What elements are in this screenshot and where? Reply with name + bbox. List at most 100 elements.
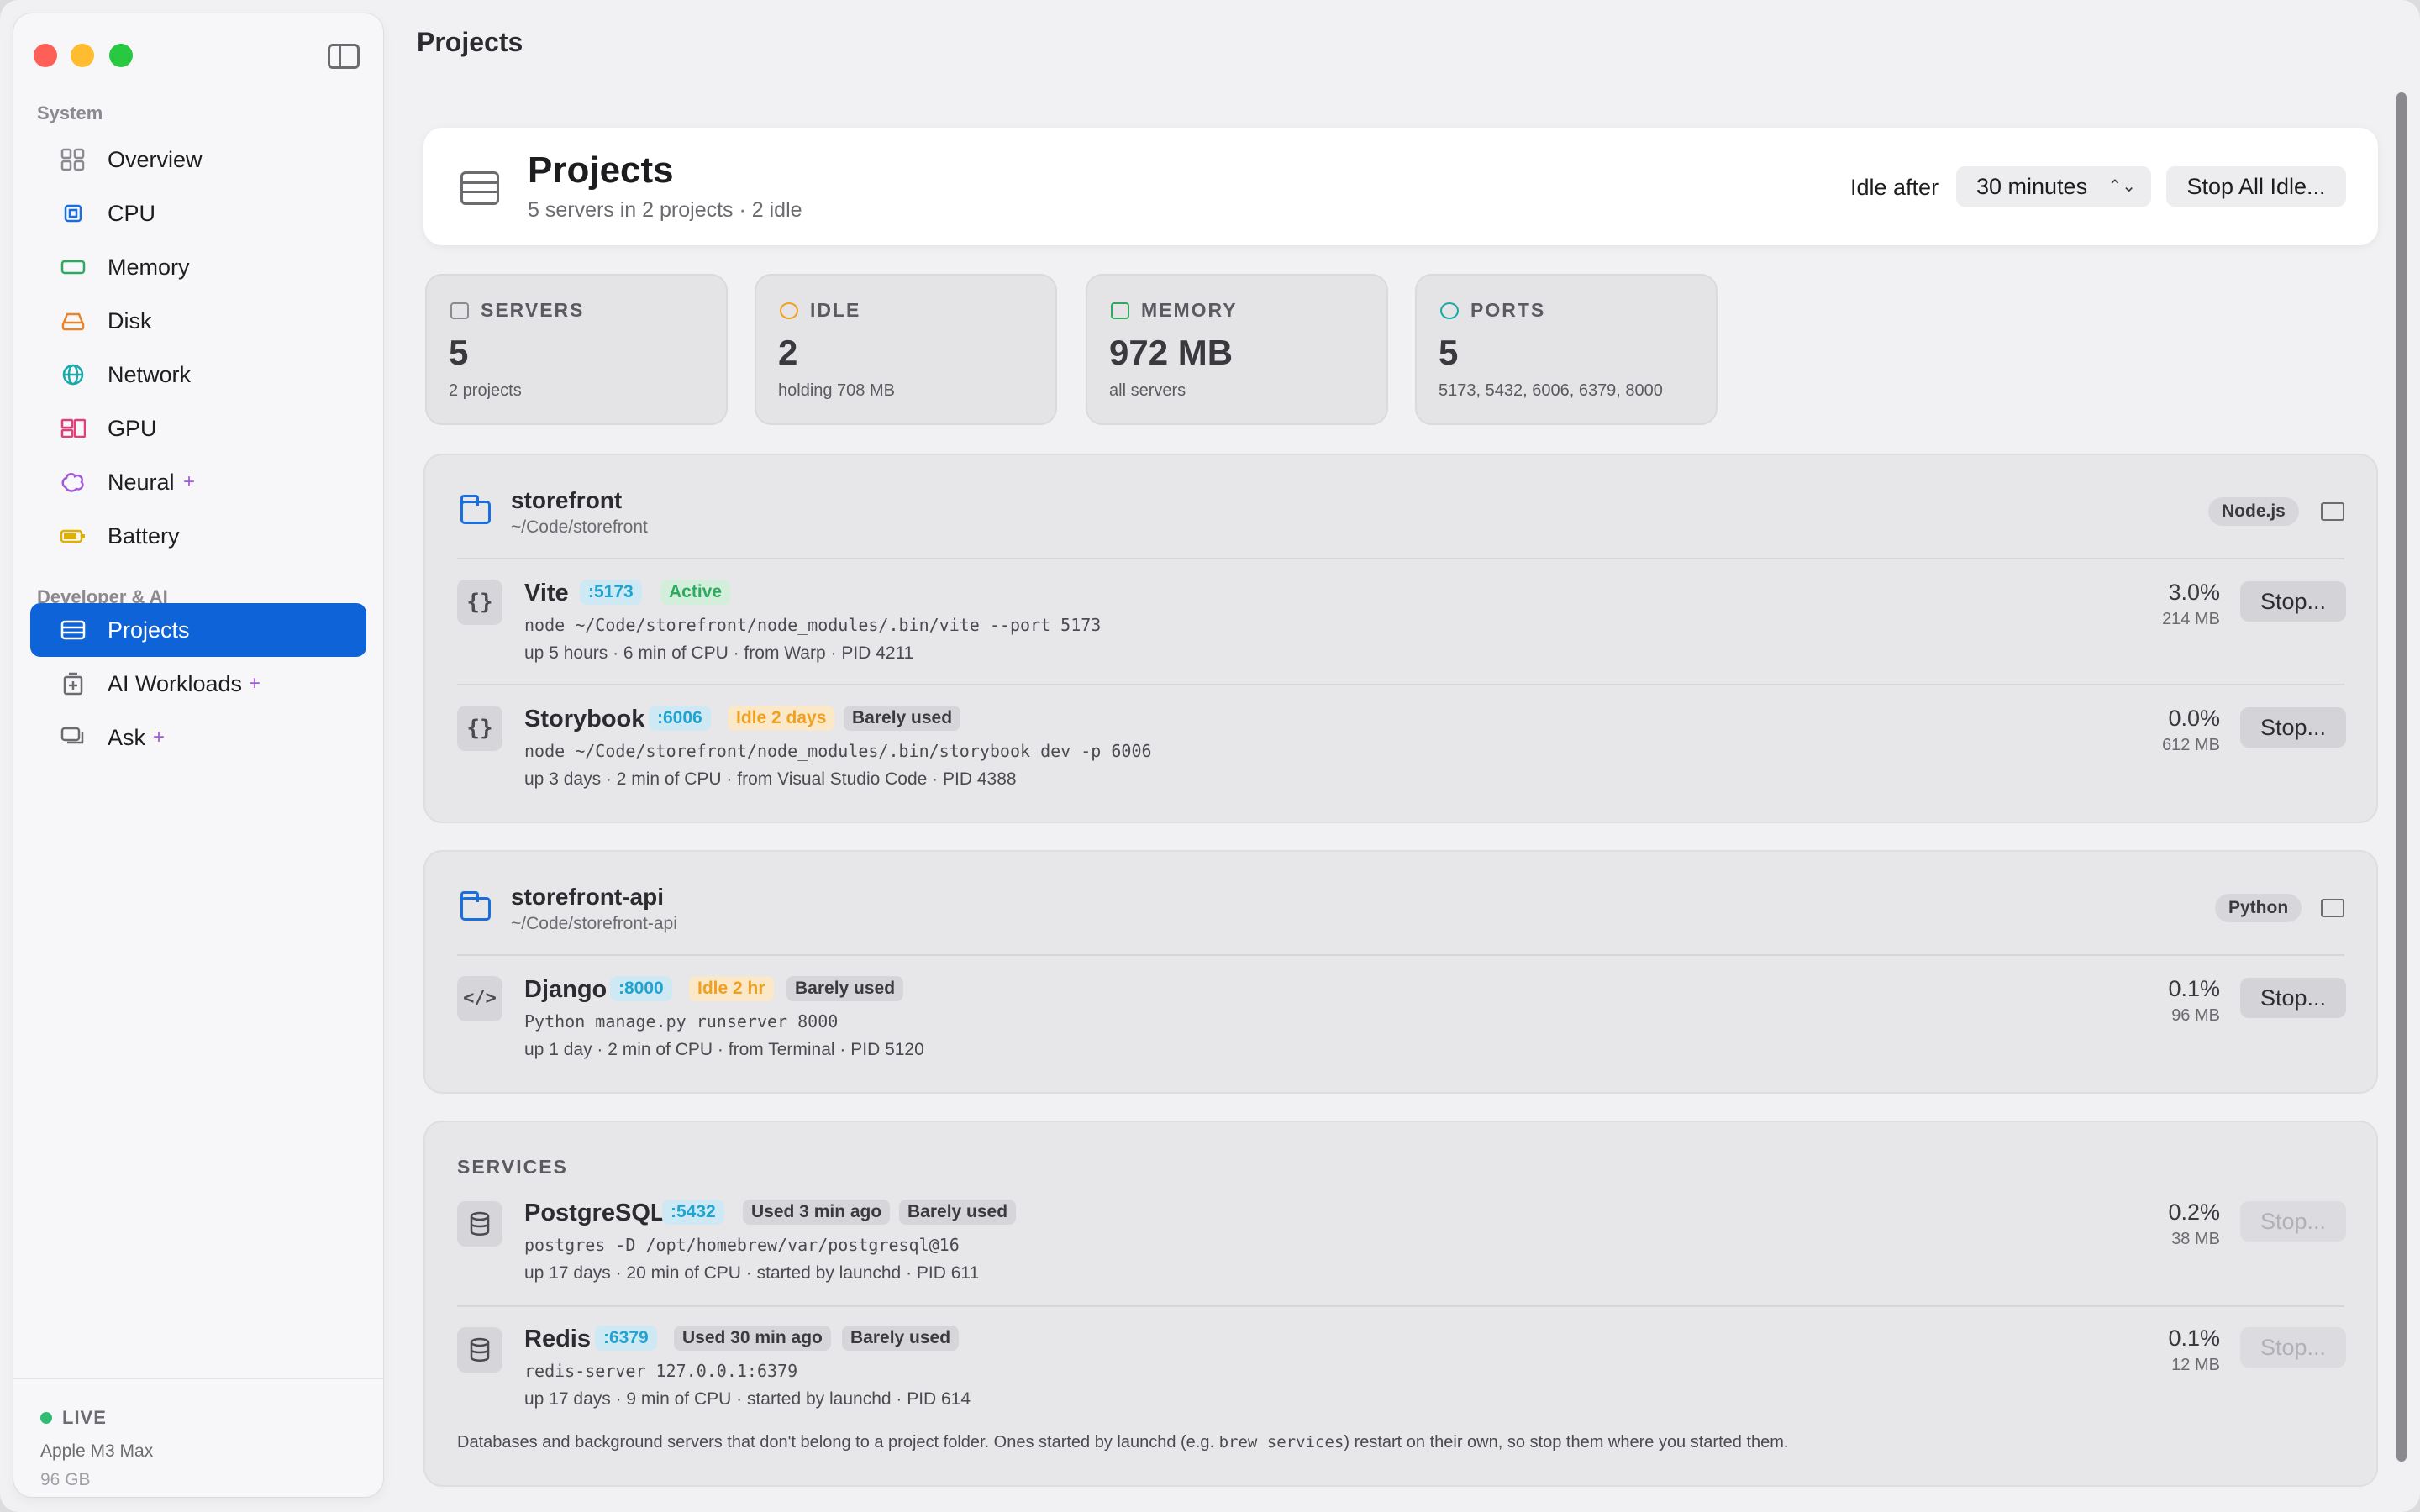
stat-value: 5 bbox=[449, 333, 469, 372]
sidebar-item-label: Ask bbox=[108, 724, 146, 750]
sparkle-icon: + bbox=[153, 726, 166, 748]
sidebar-item-disk[interactable]: Disk bbox=[30, 294, 366, 348]
server-name: Vite bbox=[524, 580, 569, 606]
footnote-code: brew services bbox=[1218, 1433, 1344, 1452]
sidebar-item-ask[interactable]: Ask + bbox=[30, 711, 366, 764]
port-badge: :6006 bbox=[649, 706, 711, 731]
section-label-system: System bbox=[37, 102, 103, 123]
cpu-percent: 0.2% bbox=[2168, 1200, 2220, 1225]
services-title: SERVICES bbox=[457, 1156, 568, 1178]
sidebar-item-label: Battery bbox=[108, 522, 180, 549]
ports-icon bbox=[1440, 302, 1459, 319]
service-name: Redis bbox=[524, 1326, 591, 1352]
stat-memory: MEMORY 972 MB all servers bbox=[1086, 274, 1388, 425]
stop-button[interactable]: Stop... bbox=[2240, 1201, 2346, 1242]
status-badge: Active bbox=[660, 580, 731, 605]
footnote-text: ) restart on their own, so stop them whe… bbox=[1344, 1433, 1789, 1452]
service-command: redis-server 127.0.0.1:6379 bbox=[524, 1361, 798, 1381]
sidebar-item-gpu[interactable]: GPU bbox=[30, 402, 366, 455]
sidebar-item-label: Projects bbox=[108, 617, 190, 643]
sidebar-item-network[interactable]: Network bbox=[30, 348, 366, 402]
live-label: LIVE bbox=[62, 1407, 107, 1428]
usage-badge: Barely used bbox=[899, 1200, 1017, 1225]
divider bbox=[457, 684, 2344, 685]
server-command: Python manage.py runserver 8000 bbox=[524, 1011, 839, 1032]
sidebar-item-neural[interactable]: Neural + bbox=[30, 455, 366, 509]
stat-sub: all servers bbox=[1109, 381, 1186, 400]
sidebar-item-battery[interactable]: Battery bbox=[30, 509, 366, 563]
server-meta: up 5 hours · 6 min of CPU · from Warp · … bbox=[524, 643, 914, 663]
server-icon bbox=[60, 620, 86, 640]
memory-usage: 38 MB bbox=[2171, 1230, 2220, 1248]
stop-button[interactable]: Stop... bbox=[2240, 581, 2346, 622]
scrollbar[interactable] bbox=[2396, 92, 2407, 1462]
service-command: postgres -D /opt/homebrew/var/postgresql… bbox=[524, 1235, 960, 1255]
server-name: Storybook bbox=[524, 706, 645, 732]
memory-icon bbox=[1111, 302, 1129, 319]
sidebar-item-label: GPU bbox=[108, 415, 157, 441]
project-name: storefront bbox=[511, 487, 623, 513]
sidebar-divider bbox=[13, 1378, 383, 1379]
sidebar-item-memory[interactable]: Memory bbox=[30, 240, 366, 294]
open-folder-icon[interactable] bbox=[2321, 899, 2344, 917]
grid-icon bbox=[60, 148, 85, 171]
port-badge: :6379 bbox=[595, 1326, 657, 1351]
status-badge: Idle 2 days bbox=[728, 706, 835, 731]
zoom-window-button[interactable] bbox=[109, 44, 133, 67]
server-command: node ~/Code/storefront/node_modules/.bin… bbox=[524, 615, 1102, 635]
globe-icon bbox=[62, 364, 84, 386]
chat-icon bbox=[60, 727, 84, 744]
server-meta: up 1 day · 2 min of CPU · from Terminal … bbox=[524, 1040, 924, 1059]
close-window-button[interactable] bbox=[34, 44, 57, 67]
sidebar-item-projects[interactable]: Projects bbox=[30, 603, 366, 657]
divider bbox=[457, 1305, 2344, 1307]
server-icon bbox=[450, 302, 469, 319]
stat-ports: PORTS 5 5173, 5432, 6006, 6379, 8000 bbox=[1415, 274, 1718, 425]
idle-moon-icon bbox=[780, 302, 798, 319]
port-badge: :8000 bbox=[610, 976, 672, 1001]
cpu-percent: 0.1% bbox=[2168, 976, 2220, 1001]
stop-button[interactable]: Stop... bbox=[2240, 707, 2346, 748]
sidebar-item-cpu[interactable]: CPU bbox=[30, 186, 366, 240]
used-badge: Used 3 min ago bbox=[743, 1200, 891, 1225]
chip-icon bbox=[64, 204, 82, 223]
memory-usage: 214 MB bbox=[2162, 610, 2220, 628]
service-name: PostgreSQL bbox=[524, 1200, 666, 1226]
language-tag: Python bbox=[2215, 894, 2302, 922]
divider bbox=[457, 954, 2344, 956]
sidebar-item-ai-workloads[interactable]: AI Workloads + bbox=[30, 657, 366, 711]
sidebar-item-label: AI Workloads bbox=[108, 670, 243, 696]
divider bbox=[457, 558, 2344, 559]
port-badge: :5173 bbox=[580, 580, 642, 605]
open-folder-icon[interactable] bbox=[2321, 502, 2344, 521]
idle-after-select[interactable]: 30 minutes ⌃⌄ bbox=[1956, 166, 2151, 207]
sidebar: System Overview CPU Memory Disk Network … bbox=[13, 13, 383, 1497]
stat-value: 972 MB bbox=[1109, 333, 1234, 372]
code-braces-icon: {} bbox=[457, 580, 502, 625]
project-path: ~/Code/storefront bbox=[511, 517, 648, 537]
gpu-icon bbox=[60, 418, 86, 438]
services-footnote: Databases and background servers that do… bbox=[457, 1433, 1788, 1452]
cpu-percent: 0.1% bbox=[2168, 1326, 2220, 1351]
sidebar-item-label: Memory bbox=[108, 254, 190, 280]
memory-icon bbox=[60, 260, 86, 275]
page-title: Projects bbox=[417, 27, 523, 57]
stat-label: SERVERS bbox=[481, 299, 585, 321]
stop-button[interactable]: Stop... bbox=[2240, 978, 2346, 1018]
sidebar-item-overview[interactable]: Overview bbox=[30, 133, 366, 186]
battery-icon bbox=[60, 529, 85, 543]
server-name: Django bbox=[524, 976, 608, 1003]
app-window: System Overview CPU Memory Disk Network … bbox=[0, 0, 2420, 1512]
sidebar-item-label: Overview bbox=[108, 146, 203, 172]
database-icon bbox=[457, 1201, 502, 1247]
server-meta: up 3 days · 2 min of CPU · from Visual S… bbox=[524, 769, 1017, 789]
memory-usage: 612 MB bbox=[2162, 736, 2220, 754]
stop-button[interactable]: Stop... bbox=[2240, 1327, 2346, 1368]
sidebar-item-label: Neural bbox=[108, 469, 175, 495]
stat-sub: 5173, 5432, 6006, 6379, 8000 bbox=[1439, 381, 1663, 400]
brain-icon bbox=[61, 473, 84, 492]
minimize-window-button[interactable] bbox=[71, 44, 94, 67]
stop-all-idle-button[interactable]: Stop All Idle... bbox=[2166, 166, 2346, 207]
used-badge: Used 30 min ago bbox=[674, 1326, 831, 1351]
sidebar-toggle-icon[interactable] bbox=[328, 44, 360, 69]
